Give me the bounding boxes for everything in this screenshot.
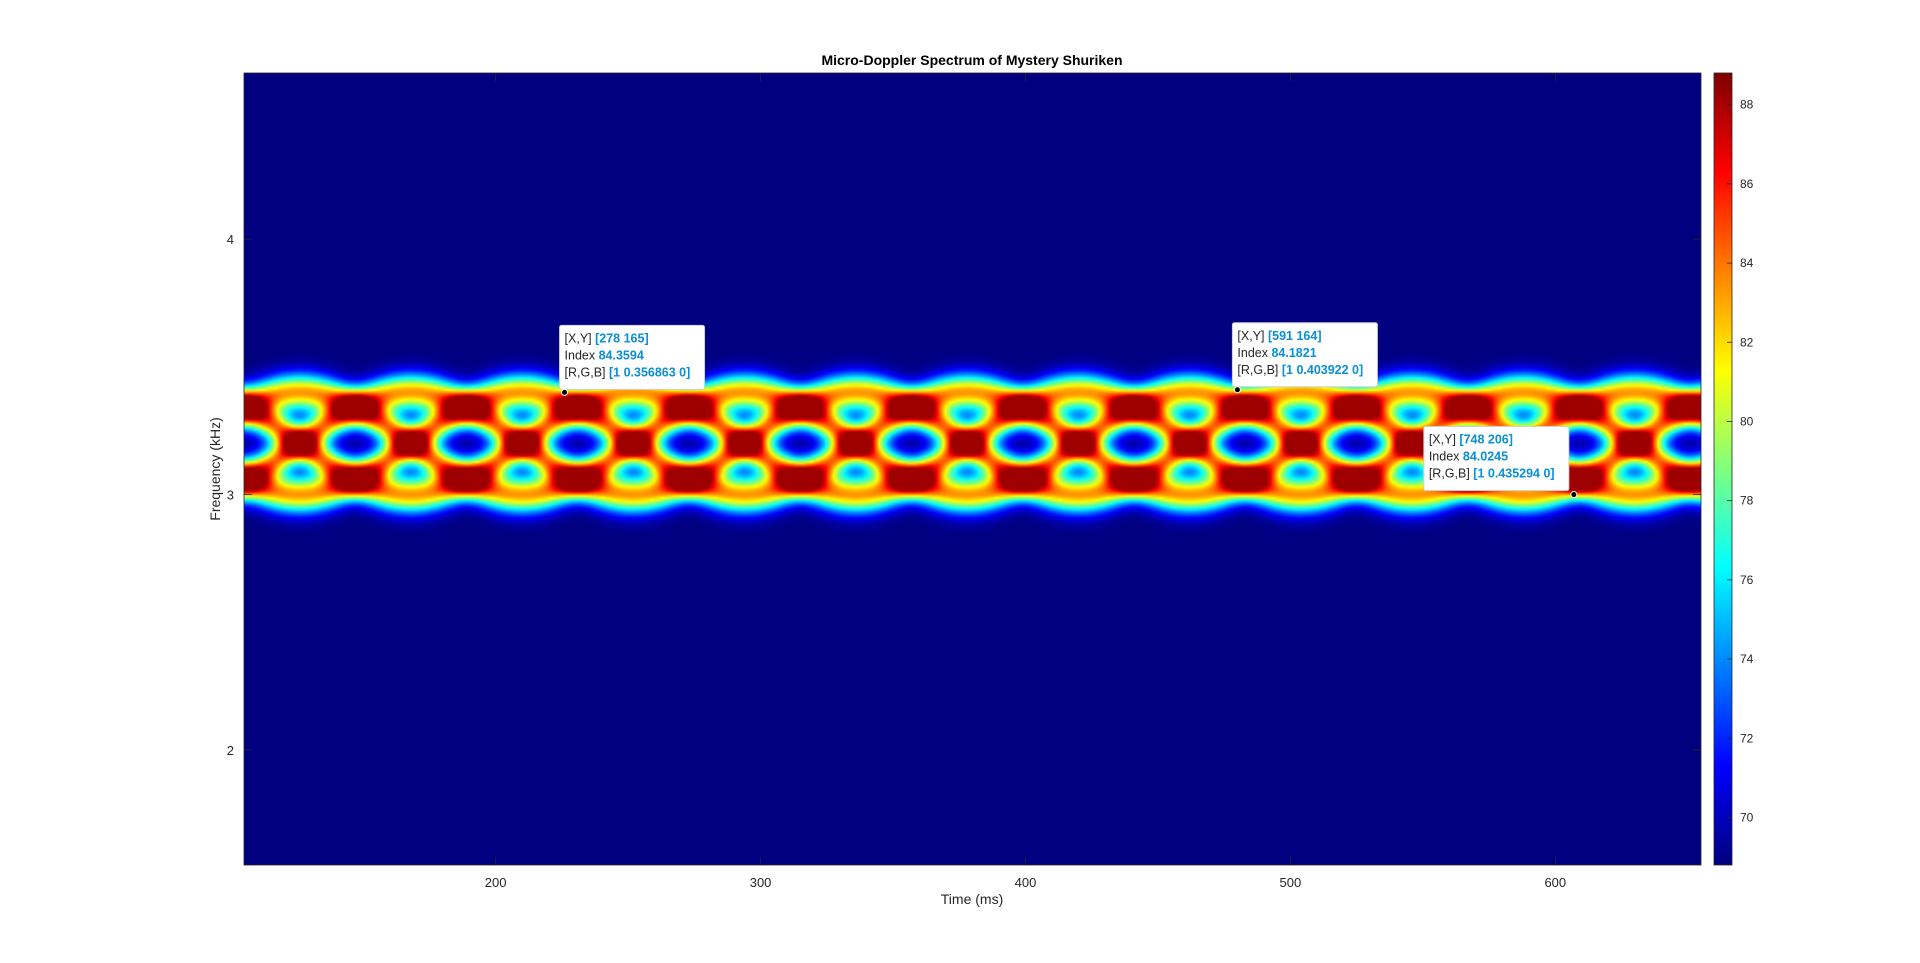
x-tick-label: 500 <box>1280 875 1302 890</box>
x-tick-label: 200 <box>485 875 507 890</box>
datatip-value: [591 164] <box>1268 329 1322 343</box>
datatip-value: [1 0.356863 0] <box>609 365 690 379</box>
datatip-value: [748 206] <box>1459 433 1513 447</box>
datatip[interactable]: [X,Y] [748 206] Index 84.0245 [R,G,B] [1 0… <box>1423 426 1578 499</box>
chart-title: Micro-Doppler Spectrum of Mystery Shurik… <box>821 52 1122 68</box>
colorbar-tick-label: 72 <box>1740 731 1754 745</box>
colorbar-tick-label: 82 <box>1740 335 1754 349</box>
svg-text:Index 84.3594: Index 84.3594 <box>565 348 644 362</box>
datatip-key: [R,G,B] <box>1237 363 1281 377</box>
datatip[interactable]: [X,Y] [278 165] Index 84.3594 [R,G,B] [1 0… <box>559 324 706 396</box>
y-tick-label: 3 <box>227 488 234 503</box>
datatip-key: Index <box>565 348 599 362</box>
svg-text:[X,Y] [278 165]: [X,Y] [278 165] <box>565 331 649 345</box>
datatip-marker[interactable] <box>1233 386 1241 394</box>
datatip-key: [X,Y] <box>565 331 596 345</box>
colorbar-tick-label: 74 <box>1740 652 1754 666</box>
datatip-key: [X,Y] <box>1429 433 1460 447</box>
datatip-value: 84.1821 <box>1271 346 1316 360</box>
colorbar-gradient <box>1714 73 1732 865</box>
colorbar-tick-label: 70 <box>1740 810 1754 824</box>
svg-text:[X,Y] [591 164]: [X,Y] [591 164] <box>1237 329 1321 343</box>
svg-text:[R,G,B] [1 0.356863 0]: [R,G,B] [1 0.356863 0] <box>565 365 691 379</box>
x-tick-label: 400 <box>1015 875 1037 890</box>
datatip-value: 84.3594 <box>599 348 644 362</box>
datatip-value: [1 0.435294 0] <box>1473 467 1554 481</box>
colorbar-tick-label: 84 <box>1740 256 1754 270</box>
svg-text:Index 84.0245: Index 84.0245 <box>1429 450 1508 464</box>
colorbar: 70 72 74 76 78 80 82 84 86 88 <box>1713 72 1754 866</box>
y-axis-label: Frequency (kHz) <box>207 417 223 520</box>
x-tick-label: 300 <box>750 875 772 890</box>
datatip-value: [278 165] <box>595 331 649 345</box>
figure: Micro-Doppler Spectrum of Mystery Shurik… <box>207 52 1754 907</box>
datatip-key: Index <box>1237 346 1271 360</box>
datatip[interactable]: [X,Y] [591 164] Index 84.1821 [R,G,B] [1 0… <box>1231 322 1378 394</box>
svg-text:[R,G,B] [1 0.435294 0]: [R,G,B] [1 0.435294 0] <box>1429 467 1555 481</box>
svg-text:[X,Y] [748 206]: [X,Y] [748 206] <box>1429 433 1513 447</box>
colorbar-tick-label: 80 <box>1740 414 1754 428</box>
datatip-key: [R,G,B] <box>1429 467 1473 481</box>
x-axis-label: Time (ms) <box>941 891 1003 907</box>
colorbar-tick-label: 76 <box>1740 573 1754 587</box>
svg-text:[R,G,B] [1 0.403922 0]: [R,G,B] [1 0.403922 0] <box>1237 363 1363 377</box>
y-tick-label: 2 <box>227 743 234 758</box>
datatip-key: [R,G,B] <box>565 365 609 379</box>
datatip-key: [X,Y] <box>1237 329 1268 343</box>
datatip-value: 84.0245 <box>1463 450 1508 464</box>
colorbar-tick-label: 78 <box>1740 494 1754 508</box>
datatip-key: Index <box>1429 450 1463 464</box>
colorbar-tick-label: 88 <box>1740 98 1754 112</box>
datatip-marker[interactable] <box>1570 491 1578 499</box>
y-tick-label: 4 <box>227 232 234 247</box>
datatip-marker[interactable] <box>561 388 569 396</box>
svg-text:Index 84.1821: Index 84.1821 <box>1237 346 1316 360</box>
colorbar-tick-label: 86 <box>1740 177 1754 191</box>
x-tick-label: 600 <box>1544 875 1566 890</box>
datatip-value: [1 0.403922 0] <box>1282 363 1363 377</box>
